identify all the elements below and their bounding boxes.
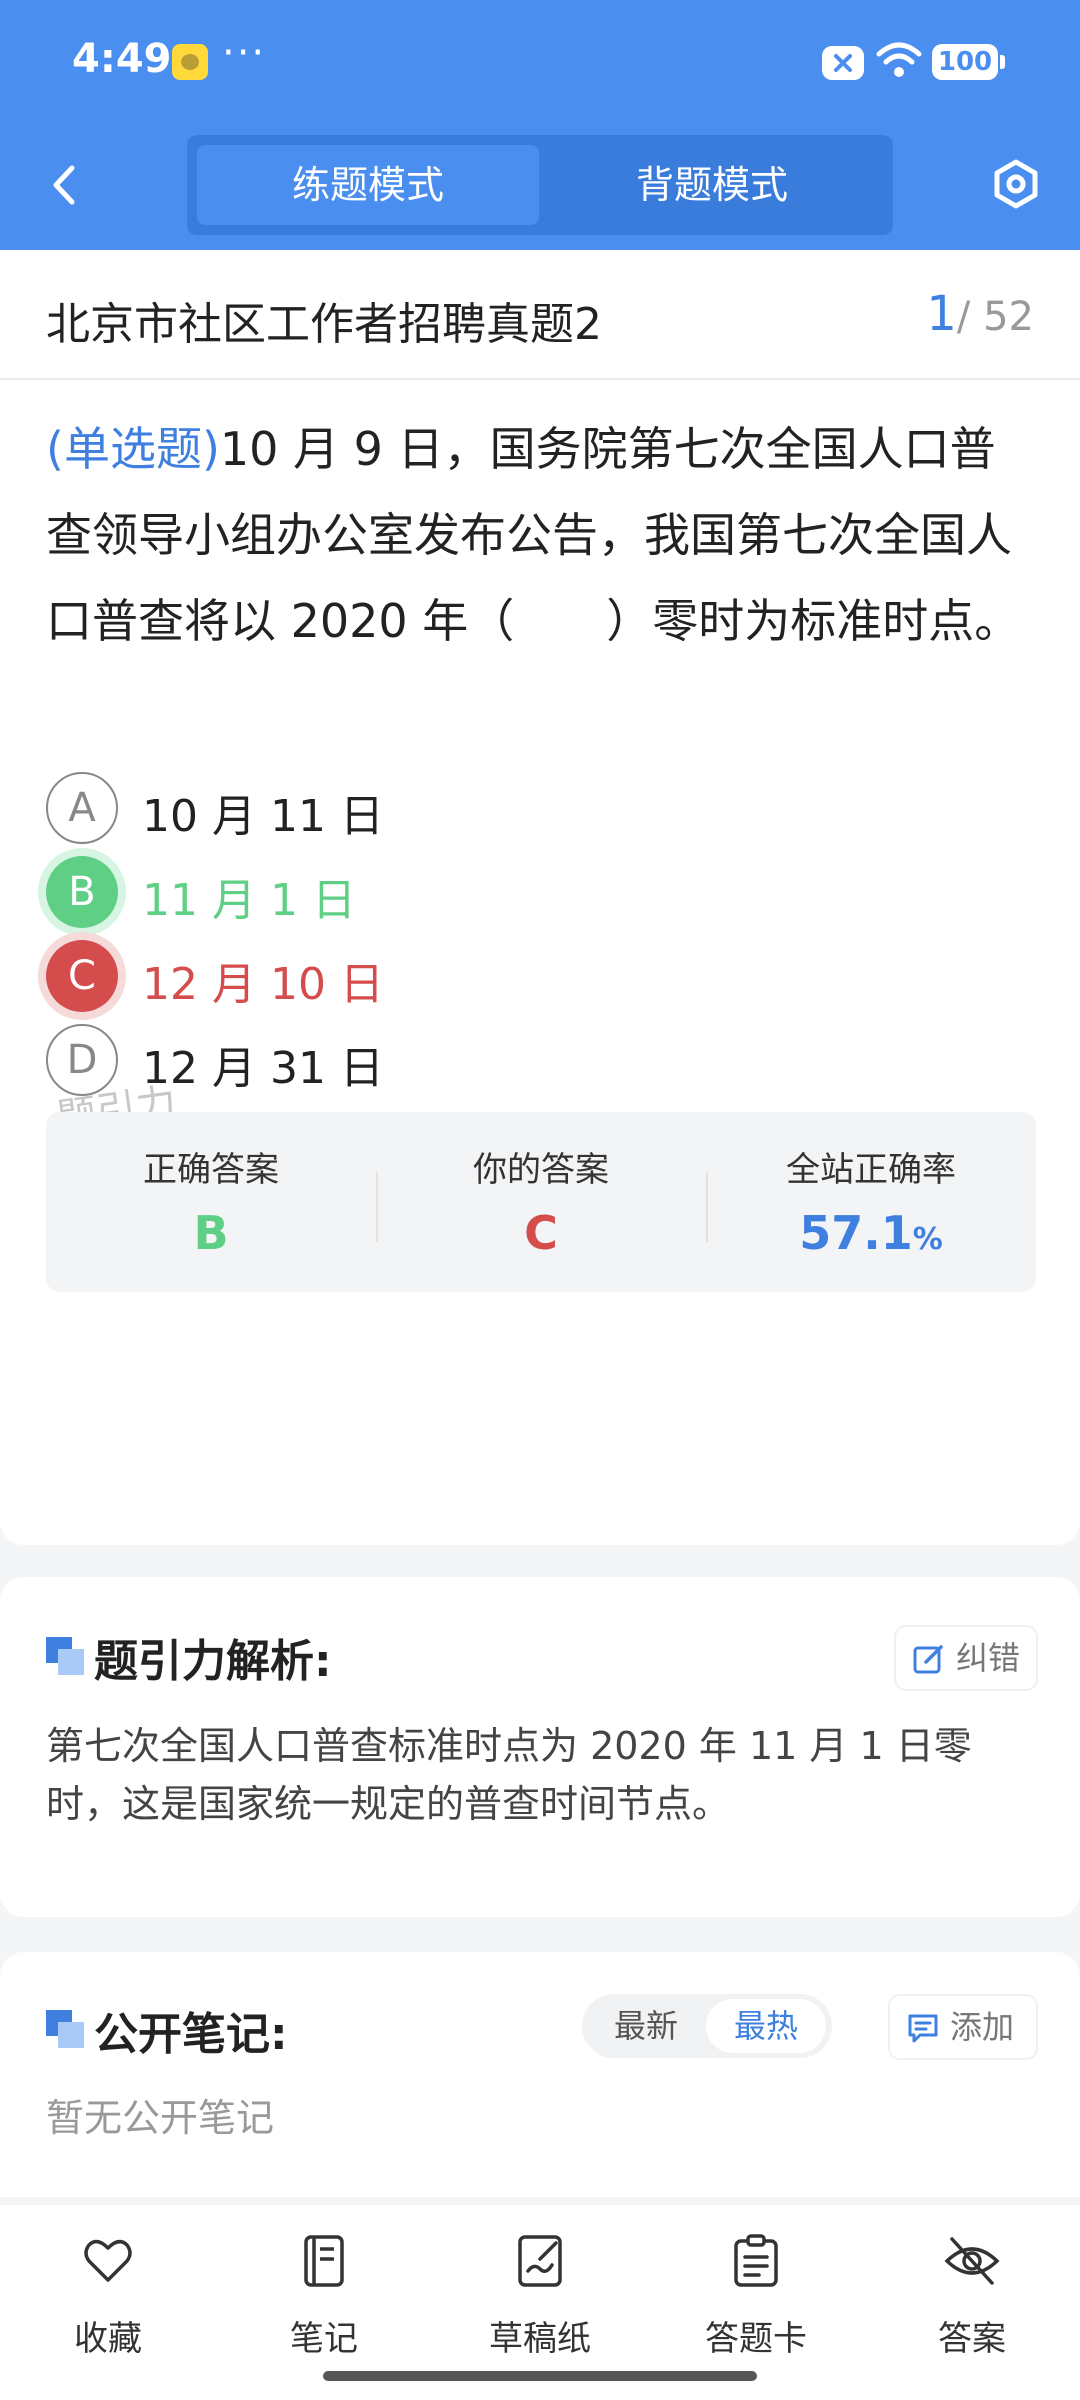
option-text: 12 月 31 日: [142, 1043, 384, 1094]
rate-number: 57.1: [799, 1206, 913, 1260]
empty-notes-text: 暂无公开笔记: [46, 2096, 275, 2140]
analysis-card: 题引力解析: 纠错 第七次全国人口普查标准时点为 2020 年 11 月 1 日…: [0, 1577, 1080, 1917]
stat-value: C: [524, 1206, 558, 1260]
divider: [0, 378, 1080, 380]
mode-switch: 练题模式 背题模式: [187, 135, 893, 235]
comment-icon: [908, 2014, 938, 2043]
option-d[interactable]: D 12 月 31 日: [46, 1024, 946, 1100]
settings-button[interactable]: [990, 158, 1042, 214]
option-letter: C: [46, 940, 118, 1012]
option-a[interactable]: A 10 月 11 日: [46, 772, 946, 848]
home-indicator[interactable]: [323, 2371, 757, 2381]
stat-accuracy-rate: 全站正确率 57.1%: [706, 1112, 1036, 1292]
draft-icon: [518, 2235, 562, 2287]
settings-hex-icon: [994, 159, 1038, 209]
stat-label: 全站正确率: [786, 1150, 956, 1190]
answer-card-button[interactable]: 答题卡: [676, 2233, 836, 2363]
section-icon: [46, 1637, 84, 1675]
answer-stats: 正确答案 B 你的答案 C 全站正确率 57.1%: [46, 1112, 1036, 1292]
answer-card-icon: [734, 2234, 778, 2287]
analysis-text: 第七次全国人口普查标准时点为 2020 年 11 月 1 日零时，这是国家统一规…: [46, 1724, 972, 1826]
notes-title: 公开笔记:: [94, 2009, 288, 2060]
notes-button[interactable]: 笔记: [244, 2233, 404, 2363]
stat-correct-answer: 正确答案 B: [46, 1112, 376, 1292]
report-error-label: 纠错: [956, 1639, 1021, 1677]
app-notification-icon: [172, 44, 208, 80]
option-letter: B: [46, 856, 118, 928]
eye-off-icon: [944, 2237, 1000, 2285]
report-error-button[interactable]: 纠错: [896, 1627, 1036, 1689]
sort-hot[interactable]: 最热: [706, 1999, 826, 2053]
show-answer-button[interactable]: 答案: [892, 2233, 1052, 2363]
tab-memorize-mode[interactable]: 背题模式: [541, 145, 883, 225]
nav-label: 草稿纸: [489, 2319, 591, 2359]
question-card: 北京市社区工作者招聘真题2 1/ 52 (单选题)10 月 9 日，国务院第七次…: [0, 250, 1080, 1545]
nav-label: 答案: [938, 2319, 1006, 2359]
stat-label: 正确答案: [143, 1150, 279, 1190]
status-time: 4:49: [72, 36, 172, 82]
option-c[interactable]: C 12 月 10 日: [46, 940, 946, 1016]
top-bar: 4:49 ··· 100 练题模式 背题模式: [0, 0, 1080, 250]
question-type: (单选题): [46, 422, 220, 476]
chevron-left-icon: [53, 165, 75, 205]
option-b[interactable]: B 11 月 1 日: [46, 856, 946, 932]
favorite-button[interactable]: 收藏: [28, 2233, 188, 2363]
battery-icon: 100: [932, 44, 1005, 80]
status-bar: 4:49 ··· 100: [0, 0, 1080, 125]
stat-your-answer: 你的答案 C: [376, 1112, 706, 1292]
paper-title: 北京市社区工作者招聘真题2: [46, 299, 602, 350]
notebook-icon: [304, 2235, 344, 2287]
sort-latest[interactable]: 最新: [614, 1994, 678, 2058]
more-notifications-icon: ···: [222, 30, 267, 76]
section-icon: [46, 2010, 84, 2048]
analysis-title: 题引力解析:: [94, 1636, 332, 1687]
total-questions: / 52: [956, 294, 1034, 340]
wifi-icon: [876, 40, 922, 84]
nav-label: 答题卡: [705, 2319, 807, 2359]
option-letter: A: [46, 772, 118, 844]
notes-sort-toggle: 最新 最热: [582, 1994, 832, 2058]
stat-value: B: [193, 1206, 229, 1260]
edit-icon: [913, 1645, 943, 1674]
current-question-number: 1: [926, 286, 957, 342]
question-text: (单选题)10 月 9 日，国务院第七次全国人口普查领导小组办公室发布公告，我国…: [46, 406, 1040, 664]
option-text: 11 月 1 日: [142, 875, 356, 926]
nav-label: 收藏: [74, 2319, 142, 2359]
option-text: 12 月 10 日: [142, 959, 384, 1010]
add-note-label: 添加: [950, 2008, 1015, 2046]
data-off-icon: [822, 46, 864, 80]
back-button[interactable]: [44, 160, 84, 210]
notes-card: 公开笔记: 最新 最热 添加 暂无公开笔记: [0, 1952, 1080, 2197]
question-counter: 1/ 52: [926, 286, 1034, 342]
draft-paper-button[interactable]: 草稿纸: [460, 2233, 620, 2363]
option-text: 10 月 11 日: [142, 791, 384, 842]
heart-icon: [84, 2239, 132, 2282]
add-note-button[interactable]: 添加: [890, 1996, 1036, 2058]
rate-unit: %: [912, 1222, 943, 1257]
tab-practice-mode[interactable]: 练题模式: [197, 145, 539, 225]
stat-label: 你的答案: [473, 1150, 609, 1190]
nav-label: 笔记: [290, 2319, 358, 2359]
stat-value: 57.1%: [706, 1206, 1036, 1260]
